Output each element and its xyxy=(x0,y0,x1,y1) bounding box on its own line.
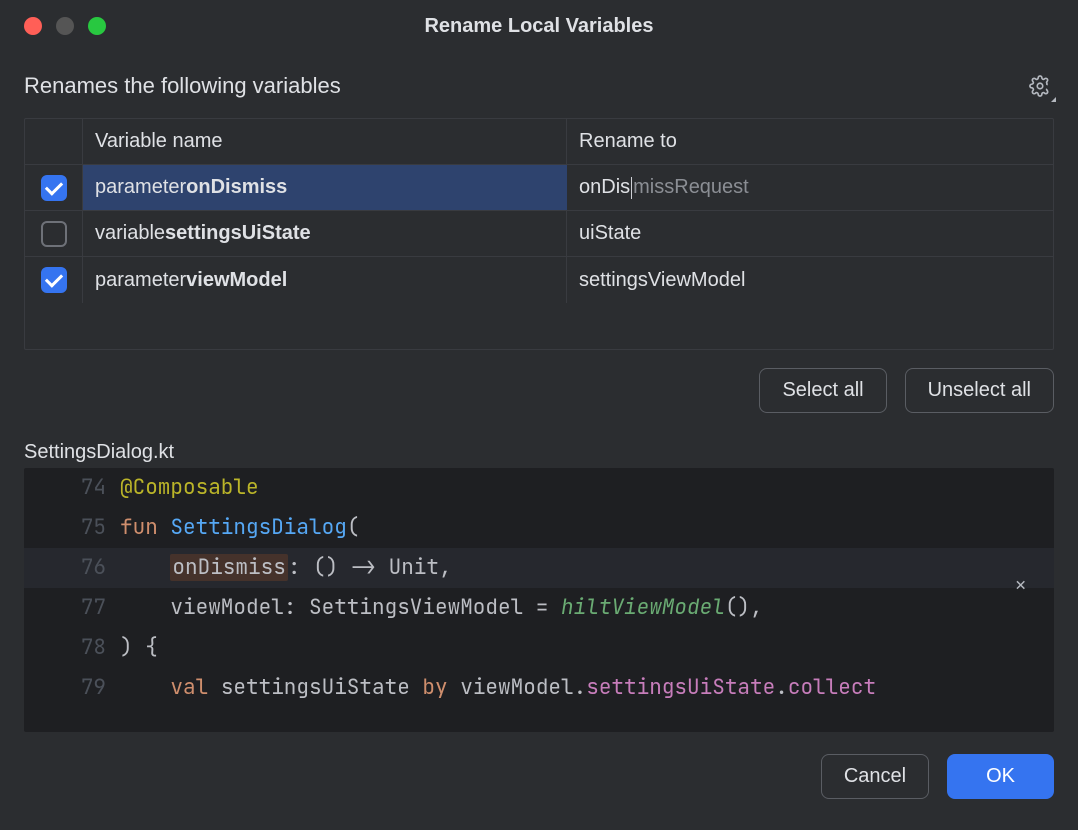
line-number: 79 xyxy=(24,668,120,708)
dialog-heading: Renames the following variables xyxy=(24,73,341,99)
line-number: 74 xyxy=(24,468,120,508)
row-checkbox[interactable] xyxy=(41,267,67,293)
preview-filename: SettingsDialog.kt xyxy=(24,441,1054,464)
line-number: 77 xyxy=(24,588,120,628)
gear-icon[interactable] xyxy=(1026,72,1054,100)
code-line: 75fun SettingsDialog( xyxy=(24,508,1054,548)
code-preview: 74@Composable75fun SettingsDialog(76 onD… xyxy=(24,468,1054,732)
window-title: Rename Local Variables xyxy=(0,15,1078,38)
rename-to-cell[interactable]: onDismissRequest xyxy=(567,165,1053,210)
close-window-button[interactable] xyxy=(24,17,42,35)
line-number: 76 xyxy=(24,548,120,588)
code-line: 77 viewModel: SettingsViewModel = hiltVi… xyxy=(24,588,1054,628)
code-line: 79 val settingsUiState by viewModel.sett… xyxy=(24,668,1054,708)
variable-name-cell[interactable]: variable settingsUiState xyxy=(83,211,567,256)
code-line: 74@Composable xyxy=(24,468,1054,508)
table-row[interactable]: parameter viewModelsettingsViewModel xyxy=(25,257,1053,303)
unselect-all-button[interactable]: Unselect all xyxy=(905,368,1054,413)
row-checkbox[interactable] xyxy=(41,221,67,247)
table-empty-row xyxy=(25,303,1053,349)
rename-to-cell[interactable]: settingsViewModel xyxy=(567,257,1053,303)
line-number: 75 xyxy=(24,508,120,548)
table-header: Variable name Rename to xyxy=(25,119,1053,165)
ok-button[interactable]: OK xyxy=(947,754,1054,799)
traffic-lights xyxy=(0,17,106,35)
variable-name-cell[interactable]: parameter viewModel xyxy=(83,257,567,303)
table-row[interactable]: parameter onDismissonDismissRequest xyxy=(25,165,1053,211)
close-icon[interactable]: ✕ xyxy=(1015,566,1026,606)
variable-name-cell[interactable]: parameter onDismiss xyxy=(83,165,567,210)
col-header-rename: Rename to xyxy=(567,119,1053,164)
line-number: 78 xyxy=(24,628,120,668)
code-line: 78) { xyxy=(24,628,1054,668)
col-header-name: Variable name xyxy=(83,119,567,164)
cancel-button[interactable]: Cancel xyxy=(821,754,929,799)
rename-to-cell[interactable]: uiState xyxy=(567,211,1053,256)
select-all-button[interactable]: Select all xyxy=(759,368,886,413)
titlebar: Rename Local Variables xyxy=(0,0,1078,52)
maximize-window-button[interactable] xyxy=(88,17,106,35)
variables-table: Variable name Rename to parameter onDism… xyxy=(24,118,1054,350)
table-row[interactable]: variable settingsUiStateuiState xyxy=(25,211,1053,257)
minimize-window-button[interactable] xyxy=(56,17,74,35)
row-checkbox[interactable] xyxy=(41,175,67,201)
code-line: 76 onDismiss: () -> Unit, xyxy=(24,548,1054,588)
